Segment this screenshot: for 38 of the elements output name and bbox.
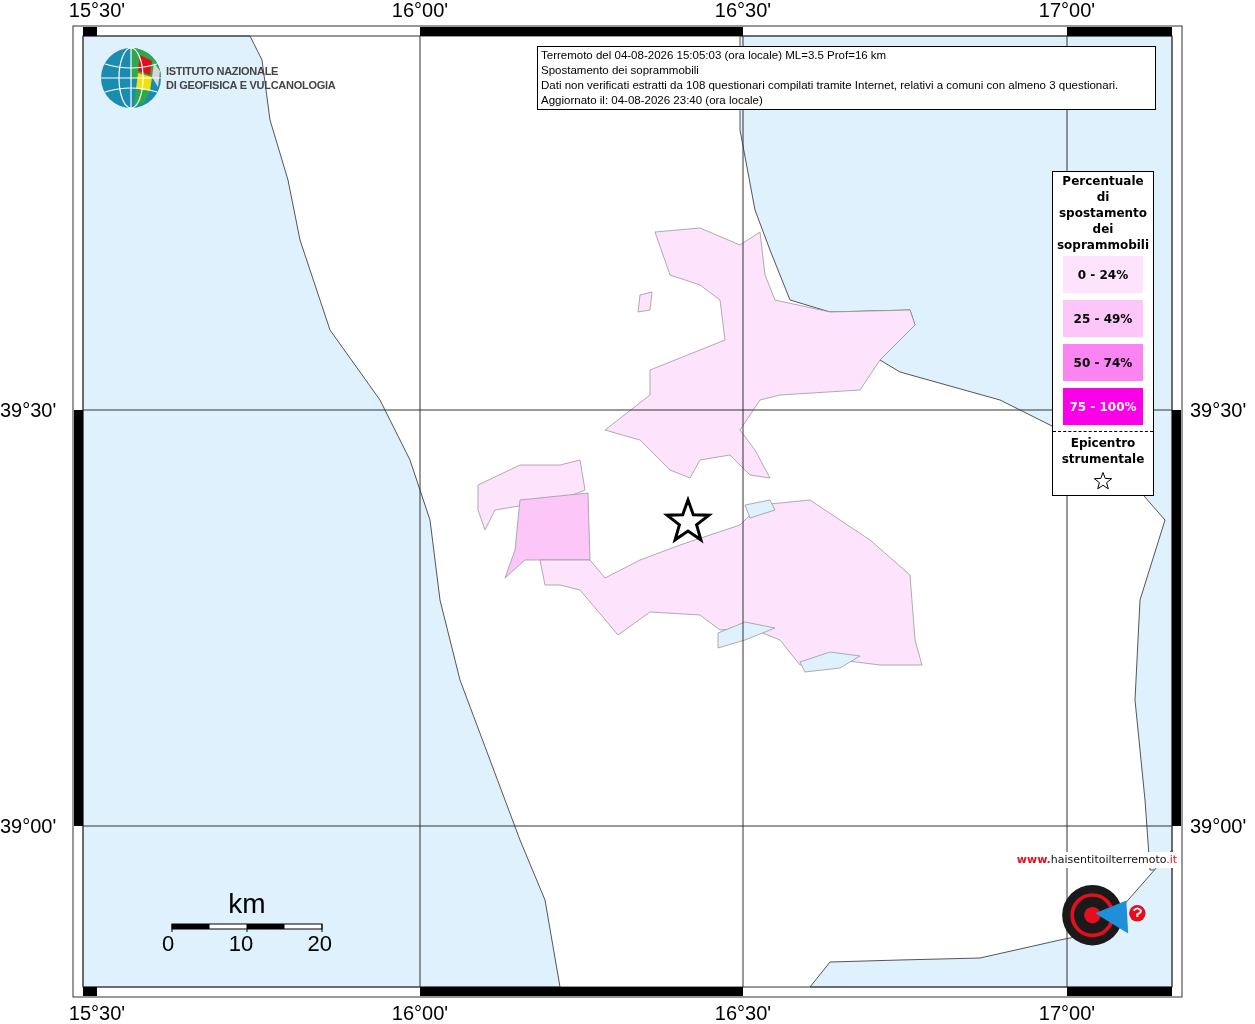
latitude-label: 39°30' bbox=[1190, 398, 1247, 422]
info-text: Aggiornato il: 04-08-2026 23:40 (ora locale) bbox=[541, 93, 764, 108]
legend-epicenter-label: Epicentro strumentale bbox=[1060, 435, 1146, 467]
institute-name: DI GEOFISICA E VULCANOLOGIA bbox=[166, 78, 336, 92]
longitude-label: 15°30' bbox=[68, 1001, 126, 1024]
globe-logo-icon bbox=[100, 47, 162, 109]
legend-title: Percentuale di spostamento dei soprammobili bbox=[1055, 173, 1151, 253]
latitude-label: 39°00' bbox=[0, 814, 57, 838]
legend-label: 0 - 24% bbox=[1077, 266, 1129, 284]
target-speaker-icon bbox=[1062, 884, 1129, 946]
epicenter-star-icon bbox=[662, 495, 714, 544]
longitude-label: 17°00' bbox=[1038, 0, 1096, 22]
star-icon bbox=[1093, 471, 1113, 491]
legend-label: 75 - 100% bbox=[1069, 398, 1137, 416]
legend-label: 25 - 49% bbox=[1073, 310, 1133, 328]
scale-tick-label: 20 bbox=[307, 932, 332, 956]
legend-label: 50 - 74% bbox=[1073, 354, 1133, 372]
border-segment bbox=[83, 987, 97, 996]
info-text: Spostamento dei soprammobili bbox=[541, 63, 700, 78]
longitude-label: 16°30' bbox=[714, 1001, 772, 1024]
longitude-label: 17°00' bbox=[1038, 1001, 1096, 1024]
info-text: Terremoto del 04-08-2026 15:05:03 (ora locale) ML=3.5 Prof=16 km bbox=[541, 48, 888, 63]
scale-tick-label: 10 bbox=[228, 932, 254, 956]
question-mark-icon bbox=[1129, 905, 1146, 922]
info-text: Dati non verificati estratti da 108 questionari compilati tramite Internet, relativi a comuni con almeno 3 questionari. bbox=[541, 78, 1120, 93]
latitude-label: 39°30' bbox=[0, 398, 57, 422]
lake-area bbox=[799, 651, 861, 673]
scale-tick-label: 0 bbox=[162, 932, 175, 956]
longitude-label: 15°30' bbox=[68, 0, 126, 22]
longitude-label: 16°00' bbox=[391, 0, 449, 22]
website-address: www.haisentitoilterremoto.it bbox=[1014, 852, 1180, 868]
border-segment bbox=[83, 27, 97, 36]
lake-area bbox=[717, 621, 776, 649]
latitude-label: 39°00' bbox=[1190, 814, 1247, 838]
lake-area bbox=[744, 499, 776, 519]
scale-unit-label: km bbox=[228, 888, 266, 920]
longitude-label: 16°30' bbox=[714, 0, 772, 22]
longitude-label: 16°00' bbox=[391, 1001, 449, 1024]
